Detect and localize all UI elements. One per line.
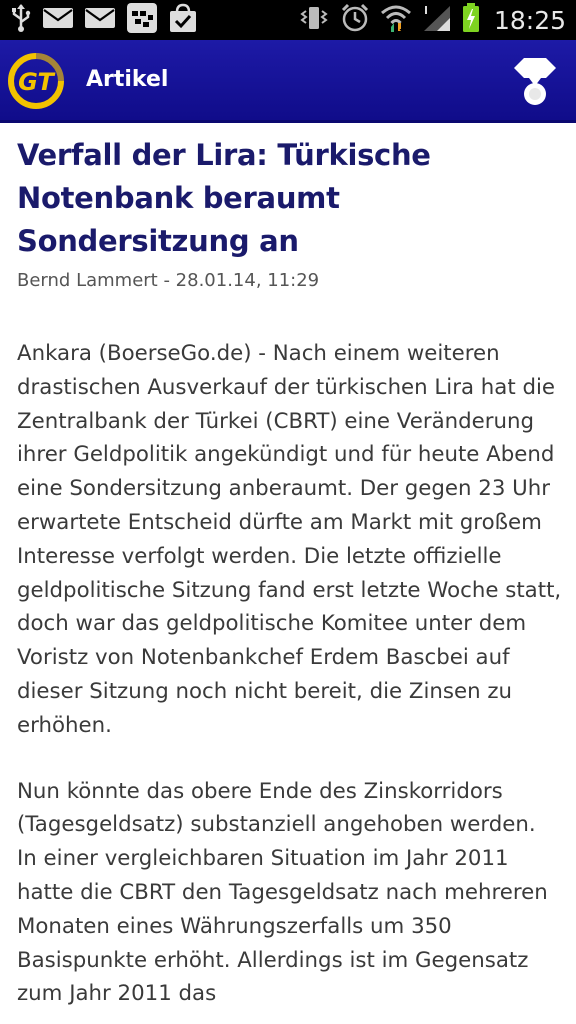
article-paragraph: Ankara (BoerseGo.de) - Nach einem weiter… (17, 341, 562, 738)
article-headline: Verfall der Lira: Türkische Notenbank be… (17, 138, 431, 258)
action-bar: GT Artikel (0, 40, 576, 123)
logo-text: GT (18, 68, 55, 96)
usb-icon (10, 3, 32, 37)
notification-icons (10, 0, 198, 40)
article: Verfall der Lira: Türkische Notenbank be… (17, 134, 562, 1011)
app-logo[interactable]: GT (8, 52, 65, 109)
wifi-icon (380, 3, 412, 37)
page-title: Artikel (86, 67, 169, 92)
vibrate-icon (298, 4, 330, 36)
clock: 18:25 (493, 5, 566, 35)
shopping-bag-icon (168, 3, 198, 37)
battery-charging-icon (462, 3, 480, 37)
article-byline: Bernd Lammert - 28.01.14, 11:29 (17, 270, 320, 291)
alarm-icon (340, 3, 370, 37)
system-icons: 18:25 (298, 0, 566, 40)
mail-icon (42, 6, 74, 34)
share-icon (514, 58, 556, 105)
article-paragraph: Nun könnte das obere Ende des Zinskorrid… (17, 778, 548, 1007)
bbm-icon (126, 2, 158, 38)
mail-icon (84, 6, 116, 34)
signal-icon (422, 4, 452, 36)
status-bar: 18:25 (0, 0, 576, 40)
share-button[interactable] (510, 54, 560, 108)
